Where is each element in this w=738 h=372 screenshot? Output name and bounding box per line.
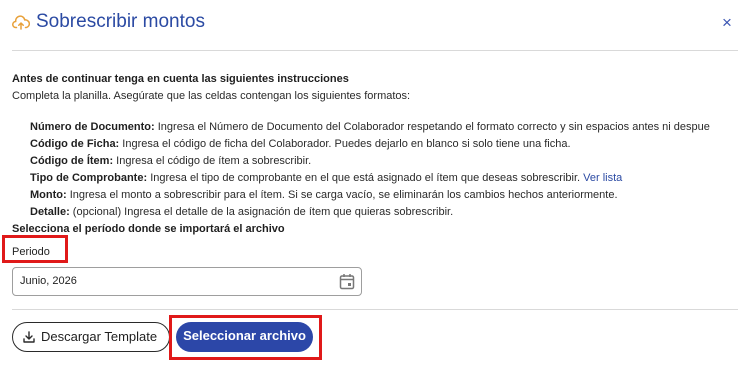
cloud-upload-icon <box>12 15 30 30</box>
list-item-term: Tipo de Comprobante: <box>30 172 148 184</box>
list-item-desc: Ingresa el código de ficha del Colaborad… <box>119 138 571 150</box>
footer-divider <box>12 309 738 310</box>
period-date-field[interactable]: Junio, 2026 <box>12 267 362 296</box>
header-divider <box>12 50 738 51</box>
list-item-term: Número de Documento: <box>30 121 155 133</box>
list-item-desc: Ingresa el tipo de comprobante en el que… <box>147 172 584 184</box>
download-icon <box>23 331 35 343</box>
download-template-button[interactable]: Descargar Template <box>12 322 170 352</box>
list-item: Detalle: (opcional) Ingresa el detalle d… <box>30 204 710 221</box>
period-value: Junio, 2026 <box>20 275 77 287</box>
ver-lista-link[interactable]: Ver lista <box>583 172 622 184</box>
list-item: Código de Ficha: Ingresa el código de fi… <box>30 136 710 153</box>
list-item-term: Código de Ficha: <box>30 138 120 150</box>
highlight-box-period <box>2 235 68 263</box>
calendar-icon[interactable] <box>339 273 355 290</box>
close-icon[interactable]: × <box>719 14 735 32</box>
download-template-label: Descargar Template <box>41 329 158 344</box>
list-item: Tipo de Comprobante: Ingresa el tipo de … <box>30 170 710 187</box>
list-item-term: Código de Ítem: <box>30 155 114 167</box>
list-item-desc: Ingresa el código de ítem a sobrescribir… <box>113 155 312 167</box>
list-item-desc: (opcional) Ingresa el detalle de la asig… <box>69 206 454 218</box>
dialog-title: Sobrescribir montos <box>36 11 205 32</box>
list-item-term: Monto: <box>30 189 67 201</box>
list-item: Monto: Ingresa el monto a sobrescribir p… <box>30 187 710 204</box>
list-item-desc: Ingresa el monto a sobrescribir para el … <box>66 189 618 201</box>
list-item: Código de Ítem: Ingresa el código de íte… <box>30 153 710 170</box>
list-item-term: Detalle: <box>30 206 70 218</box>
format-list: Número de Documento: Ingresa el Número d… <box>30 119 710 221</box>
highlight-box-select-file <box>169 315 322 360</box>
instructions-subheading: Completa la planilla. Asegúrate que las … <box>12 90 411 102</box>
list-item-desc: Ingresa el Número de Documento del Colab… <box>154 121 710 133</box>
instructions-heading: Antes de continuar tenga en cuenta las s… <box>12 73 349 85</box>
dialog-header: Sobrescribir montos × <box>0 0 738 48</box>
period-heading: Selecciona el período donde se importará… <box>12 223 285 235</box>
list-item: Número de Documento: Ingresa el Número d… <box>30 119 710 136</box>
